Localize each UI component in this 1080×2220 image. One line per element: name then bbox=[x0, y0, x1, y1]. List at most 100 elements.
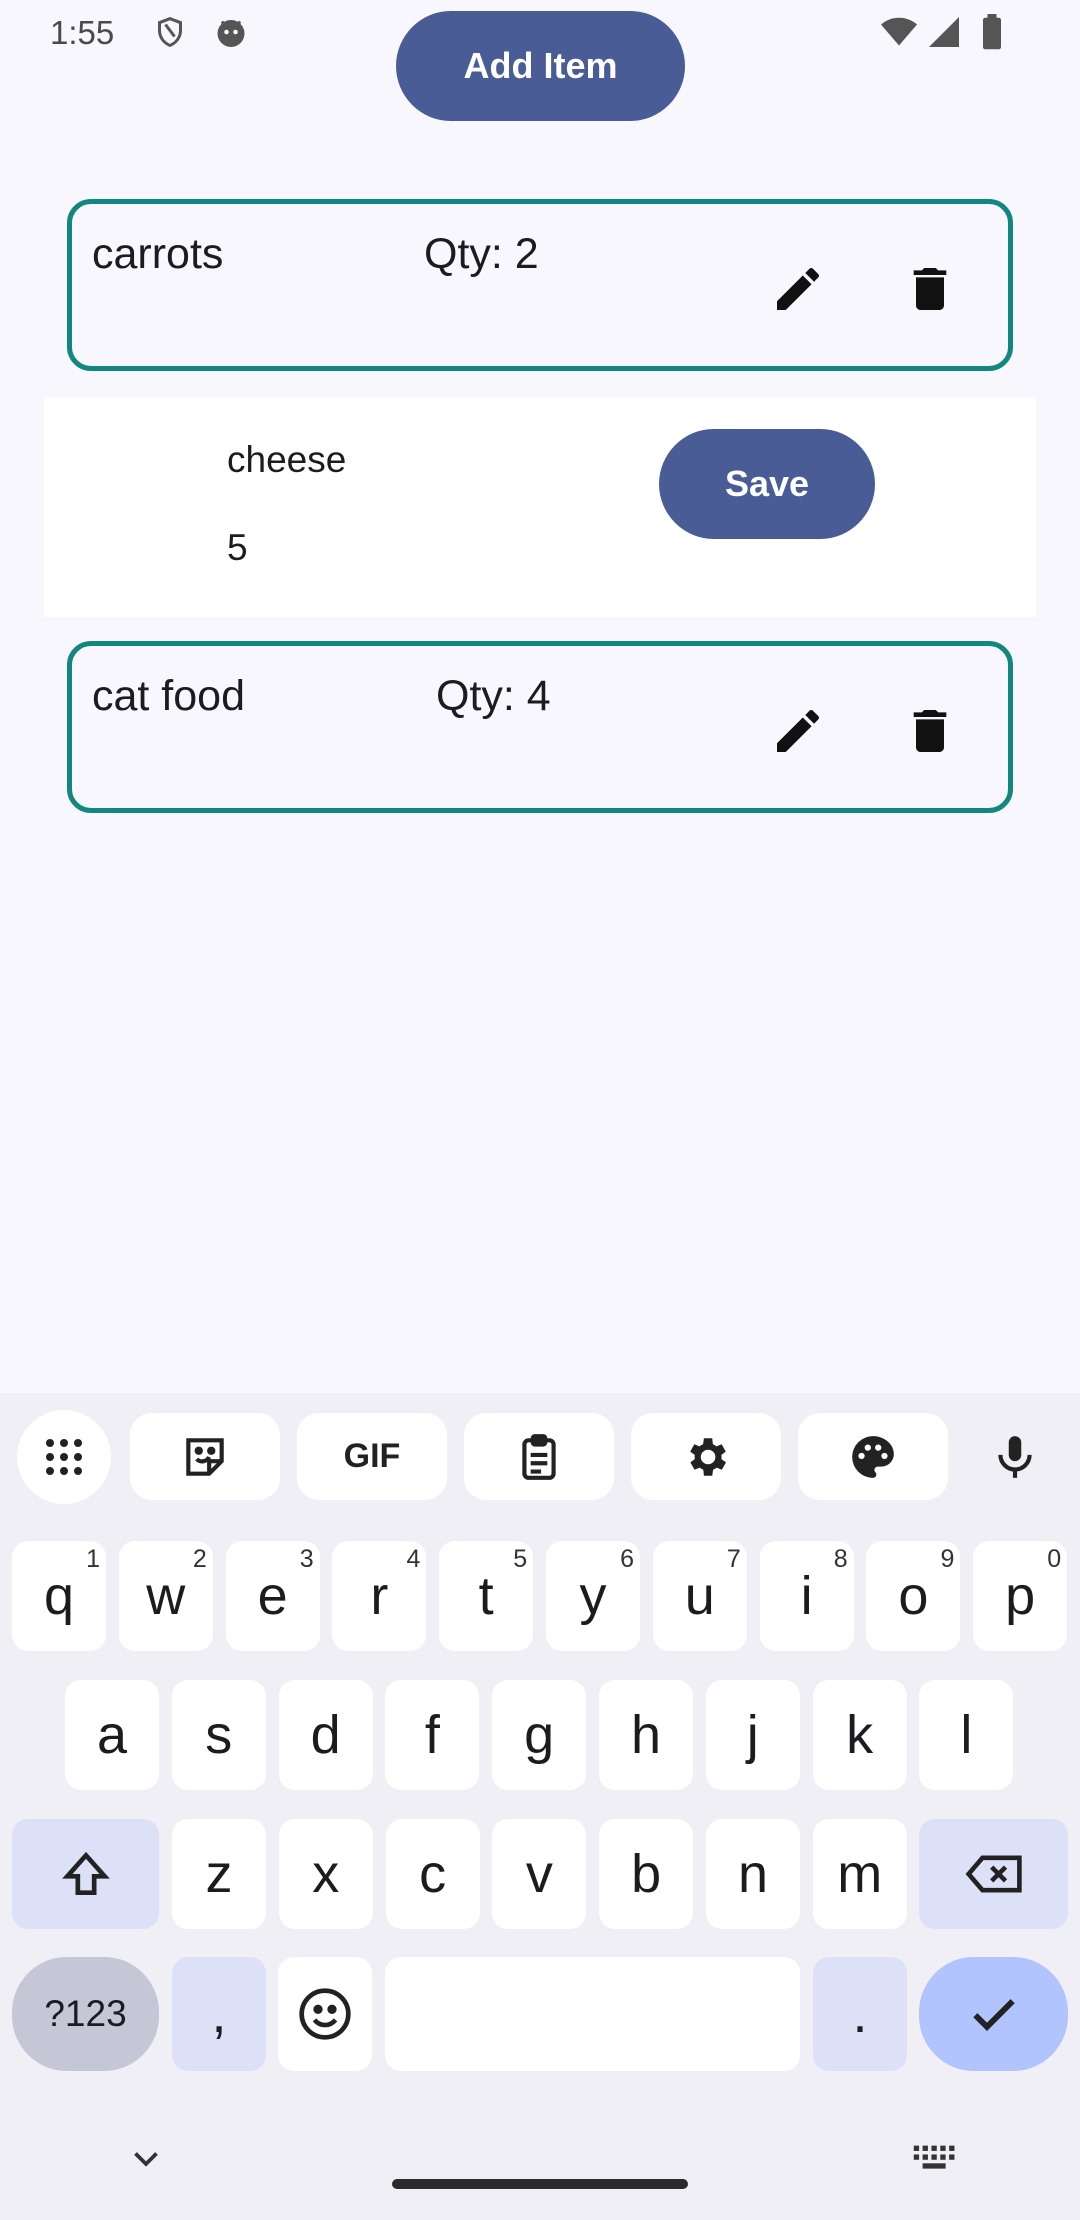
settings-icon bbox=[690, 1437, 726, 1476]
key-f[interactable]: f bbox=[385, 1680, 480, 1790]
key-e[interactable]: e3 bbox=[225, 1541, 320, 1651]
key-hint: 9 bbox=[940, 1545, 955, 1573]
key-label: p bbox=[1005, 1566, 1036, 1626]
signal-icon bbox=[926, 14, 962, 55]
key-w[interactable]: w2 bbox=[118, 1541, 213, 1651]
key-z[interactable]: z bbox=[172, 1819, 266, 1929]
checkmark-icon bbox=[972, 1999, 1015, 2031]
gesture-handle[interactable] bbox=[392, 2179, 688, 2189]
clipboard-icon bbox=[522, 1433, 556, 1480]
apps-grid-button[interactable] bbox=[17, 1410, 111, 1504]
item-card: carrots Qty: 2 bbox=[67, 199, 1013, 371]
item-card: cat food Qty: 4 bbox=[67, 641, 1013, 813]
key-label: r bbox=[370, 1566, 389, 1626]
key-d[interactable]: d bbox=[278, 1680, 373, 1790]
key-i[interactable]: i8 bbox=[759, 1541, 854, 1651]
palette-icon bbox=[852, 1435, 894, 1478]
period-key[interactable]: . bbox=[813, 1957, 907, 2071]
edit-button[interactable] bbox=[763, 254, 833, 324]
delete-icon bbox=[913, 268, 947, 310]
key-p[interactable]: p0 bbox=[973, 1541, 1068, 1651]
edit-icon bbox=[777, 709, 820, 752]
key-y[interactable]: y6 bbox=[546, 1541, 640, 1651]
key-t[interactable]: t5 bbox=[439, 1541, 534, 1651]
key-label: w bbox=[146, 1566, 186, 1626]
key-j[interactable]: j bbox=[705, 1680, 800, 1790]
backspace-icon bbox=[965, 1855, 1022, 1893]
key-x[interactable]: x bbox=[278, 1819, 373, 1929]
key-hint: 4 bbox=[406, 1545, 421, 1573]
settings-button[interactable] bbox=[631, 1413, 781, 1500]
key-hint: 3 bbox=[299, 1545, 314, 1573]
backspace-key[interactable] bbox=[919, 1819, 1068, 1929]
add-item-button[interactable]: Add Item bbox=[396, 11, 685, 121]
wifi-icon bbox=[879, 14, 919, 55]
key-label: y bbox=[579, 1566, 607, 1626]
key-v[interactable]: v bbox=[492, 1819, 587, 1929]
key-hint: 5 bbox=[513, 1545, 528, 1573]
emoji-icon bbox=[299, 1988, 351, 2040]
enter-key[interactable] bbox=[919, 1957, 1068, 2071]
sticker-icon bbox=[186, 1437, 224, 1476]
space-key[interactable] bbox=[385, 1957, 800, 2071]
key-g[interactable]: g bbox=[492, 1680, 587, 1790]
shift-icon bbox=[61, 1851, 110, 1895]
clipboard-button[interactable] bbox=[464, 1413, 614, 1500]
edit-button[interactable] bbox=[763, 696, 833, 766]
key-o[interactable]: o9 bbox=[866, 1541, 961, 1651]
apps-grid-icon bbox=[46, 1439, 82, 1475]
key-label: q bbox=[43, 1566, 75, 1626]
key-u[interactable]: u7 bbox=[652, 1541, 747, 1651]
shift-key[interactable] bbox=[12, 1819, 159, 1929]
keyboard-switch-button[interactable] bbox=[910, 2136, 960, 2180]
key-hint: 7 bbox=[726, 1545, 741, 1573]
chevron-down-icon bbox=[134, 2152, 158, 2167]
gif-icon: GIF bbox=[343, 1437, 401, 1475]
save-button[interactable]: Save bbox=[659, 429, 875, 539]
keyboard-icon bbox=[913, 2145, 955, 2169]
key-hint: 6 bbox=[620, 1545, 634, 1573]
key-a[interactable]: a bbox=[65, 1680, 159, 1790]
microphone-icon bbox=[998, 1435, 1032, 1478]
emoji-key[interactable] bbox=[278, 1957, 372, 2071]
battery-icon bbox=[978, 14, 1006, 55]
item-qty: Qty: 4 bbox=[436, 672, 551, 720]
key-m[interactable]: m bbox=[812, 1819, 907, 1929]
key-label: i bbox=[800, 1566, 813, 1626]
hide-keyboard-button[interactable] bbox=[124, 2136, 168, 2180]
voice-input-button[interactable] bbox=[970, 1413, 1060, 1500]
comma-key[interactable]: , bbox=[172, 1957, 266, 2071]
gif-button[interactable]: GIF bbox=[297, 1413, 447, 1500]
key-n[interactable]: n bbox=[706, 1819, 800, 1929]
key-c[interactable]: c bbox=[385, 1819, 480, 1929]
delete-icon bbox=[913, 710, 947, 752]
key-s[interactable]: s bbox=[171, 1680, 266, 1790]
item-qty: Qty: 2 bbox=[424, 230, 539, 278]
item-name: carrots bbox=[92, 230, 224, 278]
delete-button[interactable] bbox=[895, 254, 965, 324]
android-icon bbox=[213, 14, 249, 55]
key-l[interactable]: l bbox=[919, 1680, 1014, 1790]
symbols-key[interactable]: ?123 bbox=[12, 1957, 159, 2071]
soft-keyboard: GIF q1w2e3r4t5y6u7i8o9p0 asdfghjkl zxcvb… bbox=[0, 1393, 1080, 2220]
theme-button[interactable] bbox=[798, 1413, 948, 1500]
key-label: e bbox=[257, 1566, 288, 1626]
key-hint: 2 bbox=[192, 1545, 207, 1573]
key-label: t bbox=[478, 1566, 494, 1626]
status-time: 1:55 bbox=[50, 14, 115, 51]
key-label: o bbox=[898, 1566, 929, 1626]
key-k[interactable]: k bbox=[812, 1680, 907, 1790]
key-hint: 8 bbox=[833, 1545, 848, 1573]
key-h[interactable]: h bbox=[599, 1680, 693, 1790]
key-hint: 0 bbox=[1047, 1545, 1062, 1573]
edit-item-panel: Save bbox=[44, 397, 1036, 617]
key-hint: 1 bbox=[86, 1545, 100, 1573]
delete-button[interactable] bbox=[895, 696, 965, 766]
key-b[interactable]: b bbox=[599, 1819, 694, 1929]
key-r[interactable]: r4 bbox=[332, 1541, 427, 1651]
item-name-field[interactable] bbox=[227, 435, 627, 485]
sticker-button[interactable] bbox=[130, 1413, 280, 1500]
item-qty-field[interactable] bbox=[227, 523, 627, 573]
item-name: cat food bbox=[92, 672, 245, 720]
key-q[interactable]: q1 bbox=[12, 1541, 106, 1651]
